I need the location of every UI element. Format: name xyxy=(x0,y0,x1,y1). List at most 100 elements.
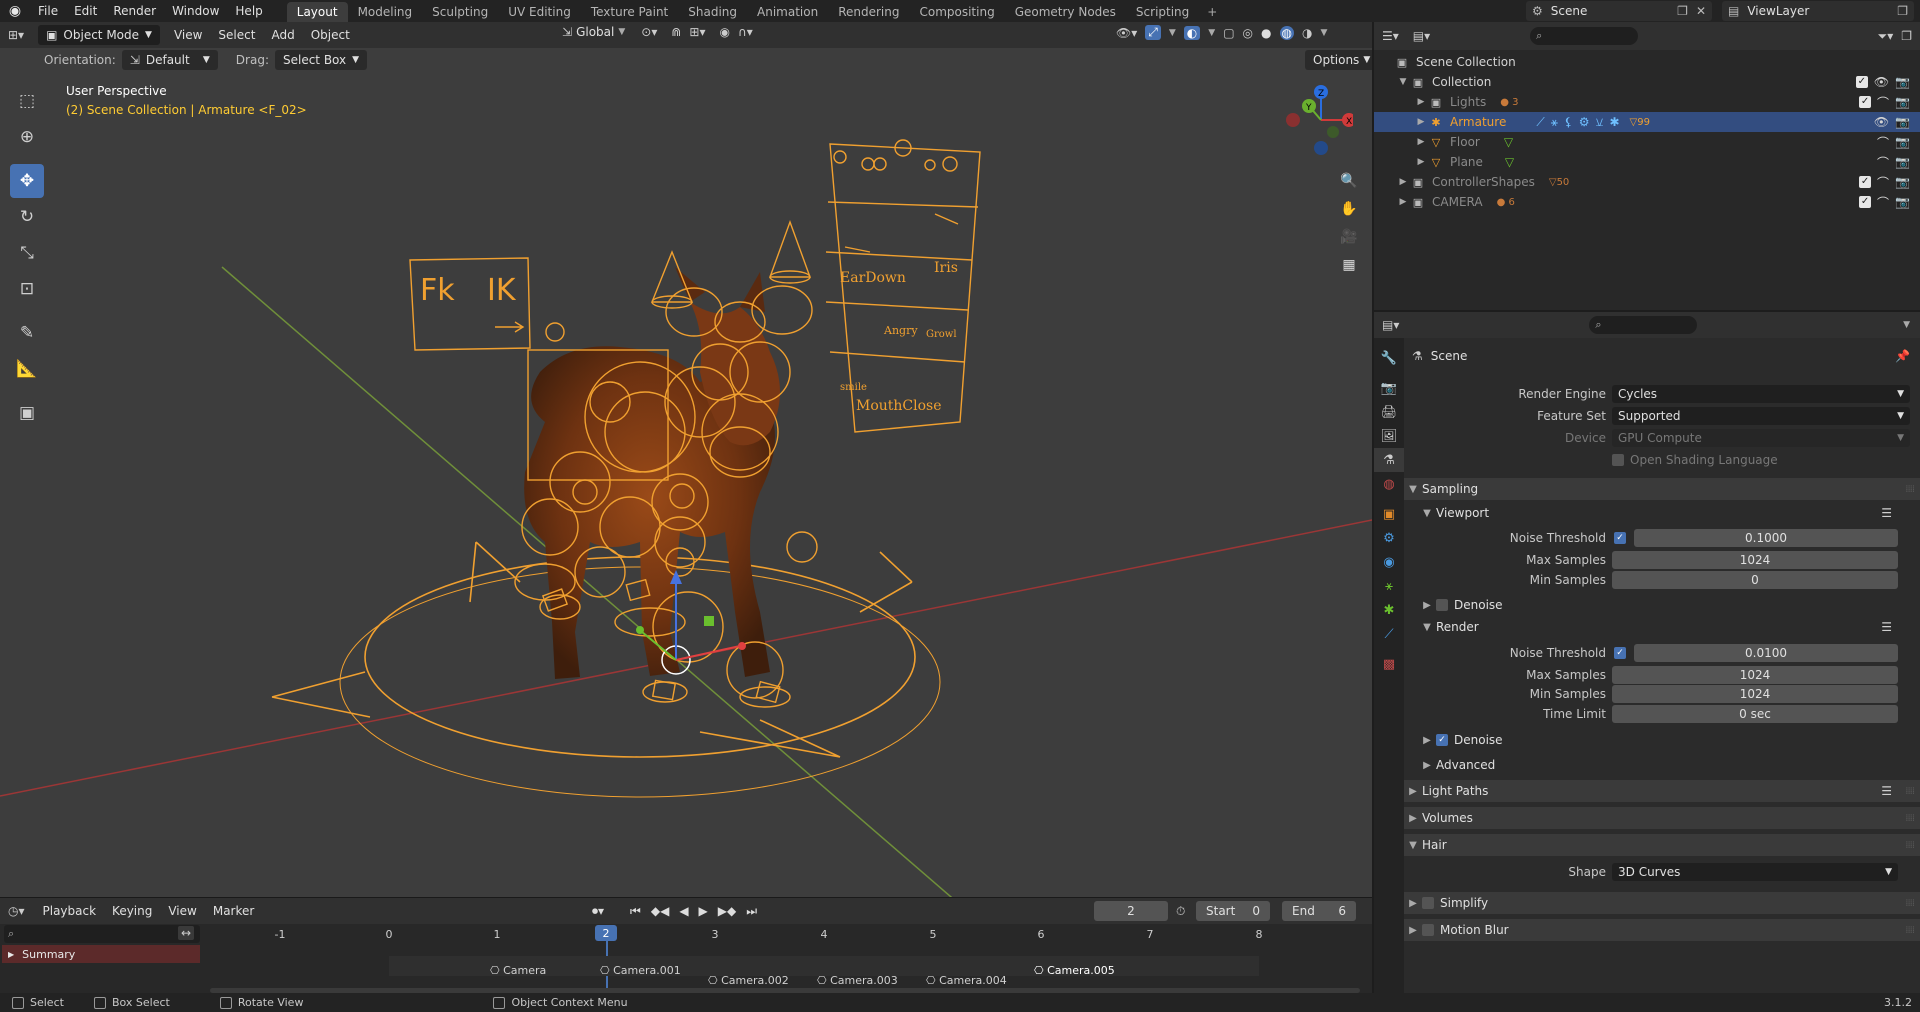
data-tab-icon[interactable]: ✱ xyxy=(1374,598,1404,622)
options-dropdown[interactable]: Options ▼ xyxy=(1305,50,1372,70)
marker-camera-003[interactable]: ⎔ Camera.003 xyxy=(817,974,898,987)
new-collection-icon[interactable]: ❐ xyxy=(1901,29,1912,43)
feature-set-dropdown[interactable]: Supported ▼ xyxy=(1612,407,1910,425)
motion-blur-checkbox[interactable] xyxy=(1422,924,1434,936)
end-frame-field[interactable]: End 6 xyxy=(1282,901,1356,921)
chevron-down-icon[interactable]: ▼ xyxy=(1208,28,1215,38)
render-camera-icon[interactable]: 📷 xyxy=(1895,135,1910,149)
facial-panel[interactable]: EarDown Iris Angry Growl smile MouthClos… xyxy=(825,139,981,433)
render-engine-dropdown[interactable]: Cycles ▼ xyxy=(1612,385,1910,403)
drag-handle-icon[interactable]: ⁞⁞⁞⁞ xyxy=(1905,925,1915,936)
outliner-row-controllershapes[interactable]: ▶ ▣ ControllerShapes ▽50 ✓ ⌒ 📷 xyxy=(1374,172,1920,192)
tab-texture-paint[interactable]: Texture Paint xyxy=(581,2,678,22)
expand-arrow-icon[interactable]: ▶ xyxy=(1414,157,1428,167)
pivot-icon[interactable]: ⊙▾ xyxy=(641,25,657,39)
timeline-body[interactable]: ⌕ ↔ ▶ Summary -1 0 1 2 3 4 5 6 7 8 ⎔ Cam… xyxy=(0,924,1372,994)
object-tab-icon[interactable]: ▣ xyxy=(1374,502,1404,526)
menu-keying[interactable]: Keying xyxy=(104,904,160,918)
render-camera-icon[interactable]: 📷 xyxy=(1895,75,1910,89)
copy-scene-icon[interactable]: ❐ xyxy=(1677,4,1688,18)
stopwatch-icon[interactable]: ⏱ xyxy=(1176,901,1185,921)
vp-max-samples-field[interactable]: 1024 xyxy=(1612,551,1898,569)
exclude-checkbox[interactable]: ✓ xyxy=(1855,76,1868,88)
pin-icon[interactable]: 📌 xyxy=(1895,349,1910,363)
visibility-icon[interactable]: 👁▾ xyxy=(1116,26,1137,40)
render-camera-icon[interactable]: 📷 xyxy=(1895,155,1910,169)
editor-type-icon[interactable]: ⊞▾ xyxy=(8,28,24,42)
eye-closed-icon[interactable]: ⌒ xyxy=(1877,194,1889,211)
outliner-row-camera[interactable]: ▶ ▣ CAMERA ● 6 ✓ ⌒ 📷 xyxy=(1374,192,1920,212)
zoom-icon[interactable]: 🔍 xyxy=(1336,168,1362,194)
wireframe-shading-icon[interactable]: ◎ xyxy=(1243,26,1253,40)
ortho-grid-icon[interactable]: ▦ xyxy=(1336,252,1362,278)
r-min-samples-field[interactable]: 1024 xyxy=(1612,685,1898,703)
falloff-icon[interactable]: ∩▾ xyxy=(738,25,753,39)
outliner-row-floor[interactable]: ▶ ▽ Floor ▽ ⌒ 📷 xyxy=(1374,132,1920,152)
swap-icon[interactable]: ↔ xyxy=(178,926,195,940)
fk-ik-panel[interactable]: Fk IK xyxy=(409,257,531,351)
eye-closed-icon[interactable]: ⌒ xyxy=(1877,154,1889,171)
scene-selector[interactable]: ⚙ Scene ❐ ✕ xyxy=(1526,1,1712,21)
r-max-samples-field[interactable]: 1024 xyxy=(1612,666,1898,684)
sampling-panel-header[interactable]: ▼ Sampling ⁞⁞⁞⁞ xyxy=(1404,478,1920,500)
next-keyframe-icon[interactable]: ▶◆ xyxy=(718,904,736,918)
chevron-down-icon[interactable]: ▼ xyxy=(1169,28,1176,38)
volumes-panel-header[interactable]: ▶ Volumes ⁞⁞⁞⁞ xyxy=(1404,807,1920,829)
light-paths-panel-header[interactable]: ▶ Light Paths ☰ ⁞⁞⁞⁞ xyxy=(1404,780,1920,802)
r-time-limit-field[interactable]: 0 sec xyxy=(1612,705,1898,723)
start-frame-field[interactable]: Start 0 xyxy=(1196,901,1270,921)
menu-help[interactable]: Help xyxy=(227,0,270,22)
preset-list-icon[interactable]: ☰ xyxy=(1881,620,1892,634)
mode-selector[interactable]: ▣ Object Mode ▼ xyxy=(38,25,160,45)
root-controller[interactable] xyxy=(271,541,941,798)
tab-animation[interactable]: Animation xyxy=(747,2,828,22)
world-tab-icon[interactable]: ◍ xyxy=(1374,472,1404,496)
menu-select[interactable]: Select xyxy=(210,28,263,42)
eye-icon[interactable]: 👁 xyxy=(1874,75,1889,89)
play-reverse-icon[interactable]: ◀ xyxy=(679,904,688,918)
outliner[interactable]: ☰▾ ▤▾ ⌕ ⏷▾ ❐ ▣ Scene Collection ▼ ▣ Coll… xyxy=(1374,22,1920,310)
vp-denoise-subpanel-header[interactable]: ▶ Denoise xyxy=(1404,594,1920,616)
scene-canvas[interactable]: Fk IK EarDown Iris Angry Growl smile Mou… xyxy=(0,72,1372,897)
jump-start-icon[interactable]: ⏮ xyxy=(630,904,641,919)
render-camera-icon[interactable]: 📷 xyxy=(1895,175,1910,189)
copy-view-layer-icon[interactable]: ❐ xyxy=(1897,4,1908,18)
render-subpanel-header[interactable]: ▼ Render ☰ xyxy=(1404,616,1920,638)
display-mode-icon[interactable]: ▤▾ xyxy=(1413,29,1430,43)
material-shading-icon[interactable]: ◍ xyxy=(1279,25,1294,40)
hair-panel-header[interactable]: ▼ Hair ⁞⁞⁞⁞ xyxy=(1404,834,1920,856)
exclude-checkbox[interactable]: ✓ xyxy=(1859,176,1872,188)
outliner-row-lights[interactable]: ▶ ▣ Lights ● 3 ✓ ⌒ 📷 xyxy=(1374,92,1920,112)
properties-editor[interactable]: ▤▾ ⌕ ▼ 🔧 📷 🖨 🖼 ⚗ ◍ ▣ ⚙ ◉ ⚹ ✱ ⟋ ▩ ⚗ Scene… xyxy=(1374,312,1920,993)
chevron-down-icon[interactable]: ▼ xyxy=(1320,28,1327,38)
3d-viewport[interactable]: ⊞▾ ▣ Object Mode ▼ View Select Add Objec… xyxy=(0,22,1372,897)
tab-shading[interactable]: Shading xyxy=(678,2,747,22)
eye-closed-icon[interactable]: ⌒ xyxy=(1877,174,1889,191)
expand-arrow-icon[interactable]: ▶ xyxy=(1414,97,1428,107)
tab-rendering[interactable]: Rendering xyxy=(828,2,909,22)
advanced-subpanel-header[interactable]: ▶ Advanced xyxy=(1404,754,1920,776)
menu-playback[interactable]: Playback xyxy=(35,904,105,918)
physics-tab-icon[interactable]: ◉ xyxy=(1374,550,1404,574)
navigation-gizmo[interactable]: Z X Y xyxy=(1283,84,1353,164)
constraint-tab-icon[interactable]: ⚹ xyxy=(1374,574,1404,598)
tab-layout[interactable]: Layout xyxy=(286,2,348,22)
eye-closed-icon[interactable]: ⌒ xyxy=(1877,94,1889,111)
r-denoise-subpanel-header[interactable]: ▶ ✓ Denoise xyxy=(1404,729,1920,751)
exclude-checkbox[interactable]: ✓ xyxy=(1859,196,1872,208)
outliner-row-scene-collection[interactable]: ▣ Scene Collection xyxy=(1374,52,1920,72)
jump-end-icon[interactable]: ⏭ xyxy=(746,904,757,919)
vp-noise-threshold-checkbox[interactable]: ✓ xyxy=(1614,532,1626,544)
outliner-search-input[interactable]: ⌕ xyxy=(1530,27,1639,45)
drag-handle-icon[interactable]: ⁞⁞⁞⁞ xyxy=(1905,813,1915,824)
device-dropdown[interactable]: GPU Compute ▼ xyxy=(1612,429,1910,447)
vp-min-samples-field[interactable]: 0 xyxy=(1612,571,1898,589)
frame-area[interactable]: -1 0 1 2 3 4 5 6 7 8 ⎔ Camera ⎔ Camera.0… xyxy=(200,924,1372,994)
simplify-checkbox[interactable] xyxy=(1422,897,1434,909)
marker-camera-001[interactable]: ⎔ Camera.001 xyxy=(600,964,681,977)
menu-object[interactable]: Object xyxy=(303,28,358,42)
render-camera-icon[interactable]: 📷 xyxy=(1895,115,1910,129)
menu-render[interactable]: Render xyxy=(105,0,164,22)
marker-camera-002[interactable]: ⎔ Camera.002 xyxy=(708,974,789,987)
drag-dropdown[interactable]: Select Box ▼ xyxy=(274,50,368,70)
